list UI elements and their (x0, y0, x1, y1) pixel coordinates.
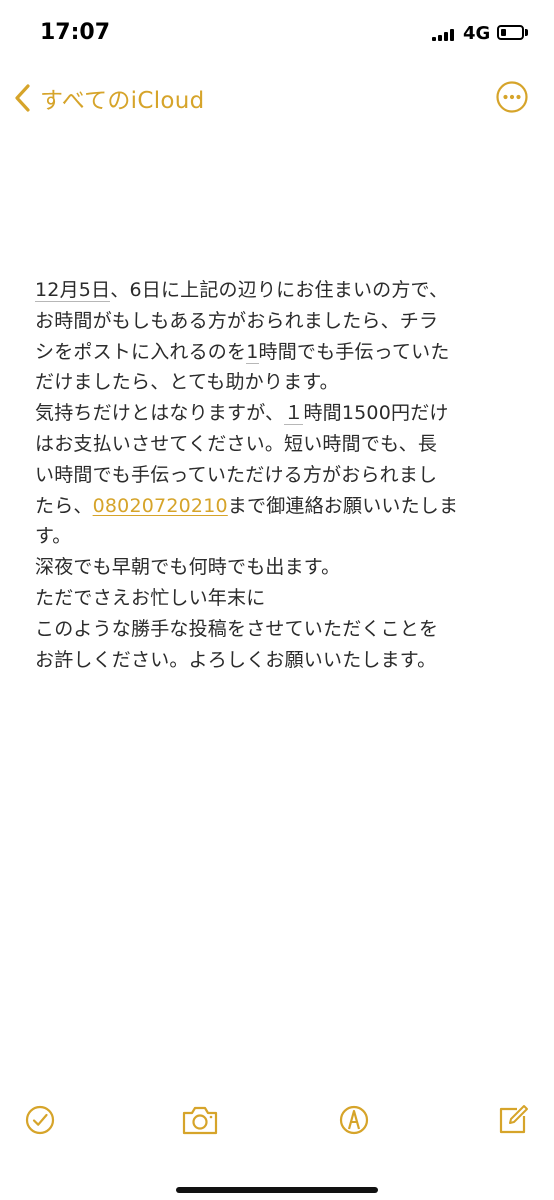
duration-detected[interactable]: １ (284, 402, 304, 426)
note-line: ただでさえお忙しい年末に (35, 586, 266, 609)
checklist-icon[interactable] (22, 1102, 58, 1138)
note-line: お時間がもしもある方がおられましたら、チラ (35, 309, 439, 332)
signal-strength-icon (432, 29, 456, 41)
home-indicator (176, 1187, 378, 1193)
note-text: 気持ちだけとはなりますが、 (35, 402, 285, 425)
more-options-icon[interactable] (495, 80, 529, 114)
note-text: まで御連絡お願いいたしま (227, 494, 459, 517)
note-text: シをポストに入れるのを (35, 340, 247, 363)
camera-icon[interactable] (180, 1102, 220, 1138)
note-line: シをポストに入れるのを1時間でも手伝っていた (35, 337, 535, 368)
note-text: たら、 (35, 494, 93, 517)
note-line: 12月5日、6日に上記の辺りにお住まいの方で、 (35, 275, 535, 306)
note-text: 時間1500円だけ (303, 402, 449, 425)
note-line: たら、08020720210まで御連絡お願いいたしま (35, 491, 535, 522)
note-text: 時間でも手伝っていた (258, 340, 450, 363)
note-line: だけましたら、とても助かります。 (35, 371, 339, 394)
date-detected[interactable]: 12月5日 (35, 279, 111, 302)
note-line: い時間でも手伝っていただける方がおられまし (35, 463, 438, 486)
duration-detected[interactable]: 1 (246, 340, 259, 364)
note-body[interactable]: 12月5日、6日に上記の辺りにお住まいの方で、 お時間がもしもある方がおられまし… (35, 275, 535, 675)
back-label: すべてのiCloud (40, 88, 205, 114)
note-line: す。 (35, 525, 72, 548)
battery-icon (497, 25, 524, 40)
nav-bar: すべてのiCloud (0, 78, 554, 122)
note-line: 気持ちだけとはなりますが、１時間1500円だけ (35, 398, 535, 429)
compose-icon[interactable] (495, 1102, 531, 1138)
note-line: 深夜でも早朝でも何時でも出ます。 (35, 556, 341, 579)
note-line: お許しください。よろしくお願いいたします。 (35, 648, 437, 671)
status-bar: 17:07 4G (0, 0, 554, 70)
status-time: 17:07 (40, 20, 111, 45)
phone-number-link[interactable]: 08020720210 (93, 495, 228, 517)
note-line: はお支払いさせてください。短い時間でも、長 (35, 432, 438, 455)
note-line: このような勝手な投稿をさせていただくことを (35, 617, 439, 640)
markup-icon[interactable] (336, 1102, 372, 1138)
battery-cap (525, 29, 528, 36)
back-button[interactable]: すべてのiCloud (10, 78, 205, 118)
chevron-left-icon (15, 84, 30, 112)
bottom-toolbar (0, 1090, 554, 1150)
note-text: 、6日に上記の辺りにお住まいの方で、 (110, 279, 449, 301)
network-type: 4G (463, 23, 491, 44)
